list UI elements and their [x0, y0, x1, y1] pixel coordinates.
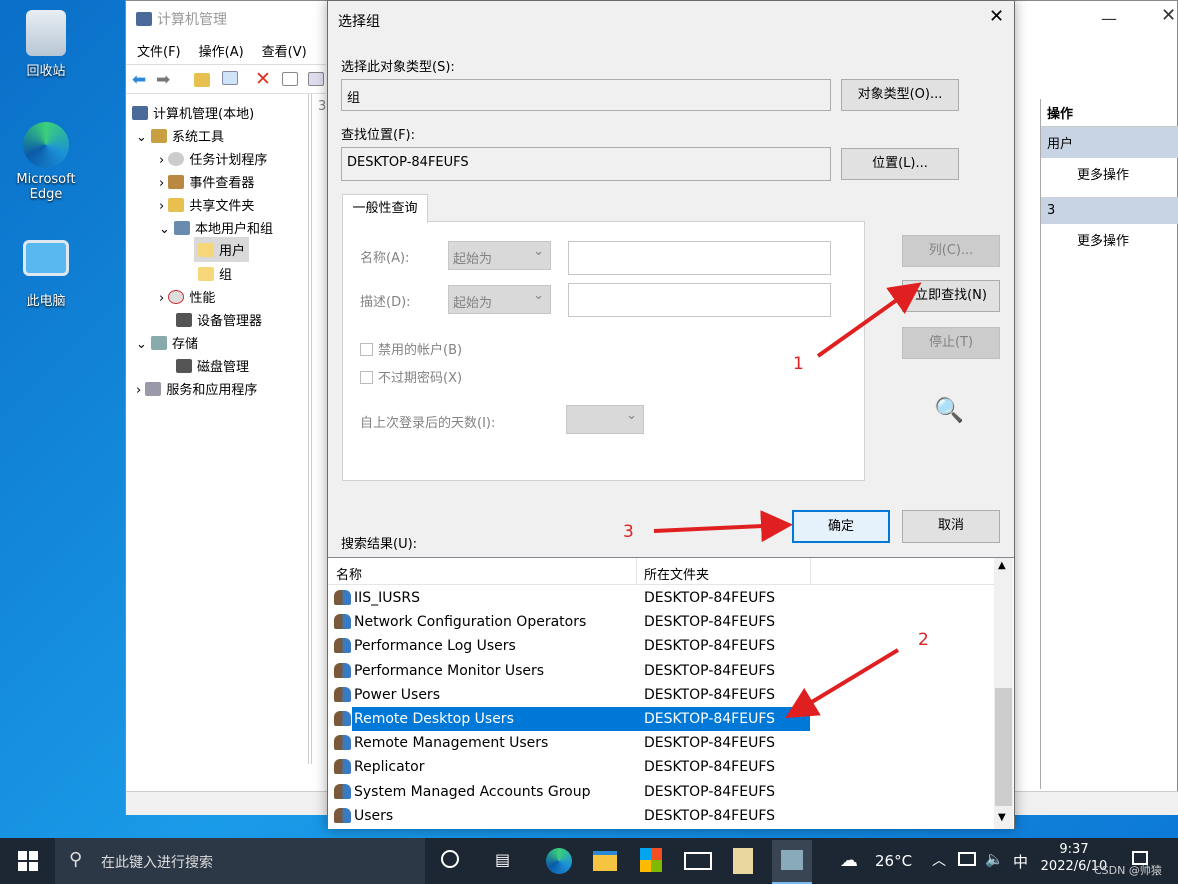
start-button[interactable] — [18, 851, 38, 871]
taskbar: ⚲ 在此键入进行搜索 ▤ ☁ 26°C ︿ 🔈 中 9:37 2022/6/10 C… — [0, 838, 1178, 884]
annotation-1: 1 — [793, 354, 804, 374]
arrow-1 — [816, 282, 922, 358]
widgets-icon[interactable]: ▤ — [495, 850, 510, 869]
ime-indicator[interactable]: 中 — [1013, 851, 1028, 872]
weather-temperature[interactable]: 26°C — [875, 852, 912, 870]
arrow-3 — [653, 510, 793, 543]
network-icon[interactable] — [958, 852, 976, 866]
tab-common-queries[interactable]: 一般性查询 — [342, 194, 428, 223]
file-explorer-icon[interactable] — [593, 851, 617, 871]
notepad-icon[interactable] — [733, 848, 753, 874]
taskbar-search-box[interactable]: ⚲ 在此键入进行搜索 — [55, 838, 425, 884]
weather-cloud-icon[interactable]: ☁ — [840, 850, 858, 871]
store-icon[interactable] — [640, 848, 662, 872]
annotation-arrows — [653, 282, 922, 719]
mail-icon[interactable] — [684, 852, 712, 870]
edge-taskbar-icon[interactable] — [546, 848, 572, 874]
annotation-3: 3 — [623, 522, 634, 542]
volume-icon[interactable]: 🔈 — [985, 850, 1004, 868]
watermark: CSDN @帅猿 — [1094, 864, 1162, 877]
task-view-icon[interactable] — [441, 850, 459, 868]
annotation-2: 2 — [918, 630, 929, 650]
search-icon: ⚲ — [69, 849, 83, 870]
show-hidden-icons-chevron-icon[interactable]: ︿ — [932, 850, 946, 870]
notifications-icon[interactable] — [1132, 851, 1148, 865]
computer-management-taskbar-icon[interactable] — [772, 840, 812, 884]
arrow-2 — [785, 648, 900, 719]
